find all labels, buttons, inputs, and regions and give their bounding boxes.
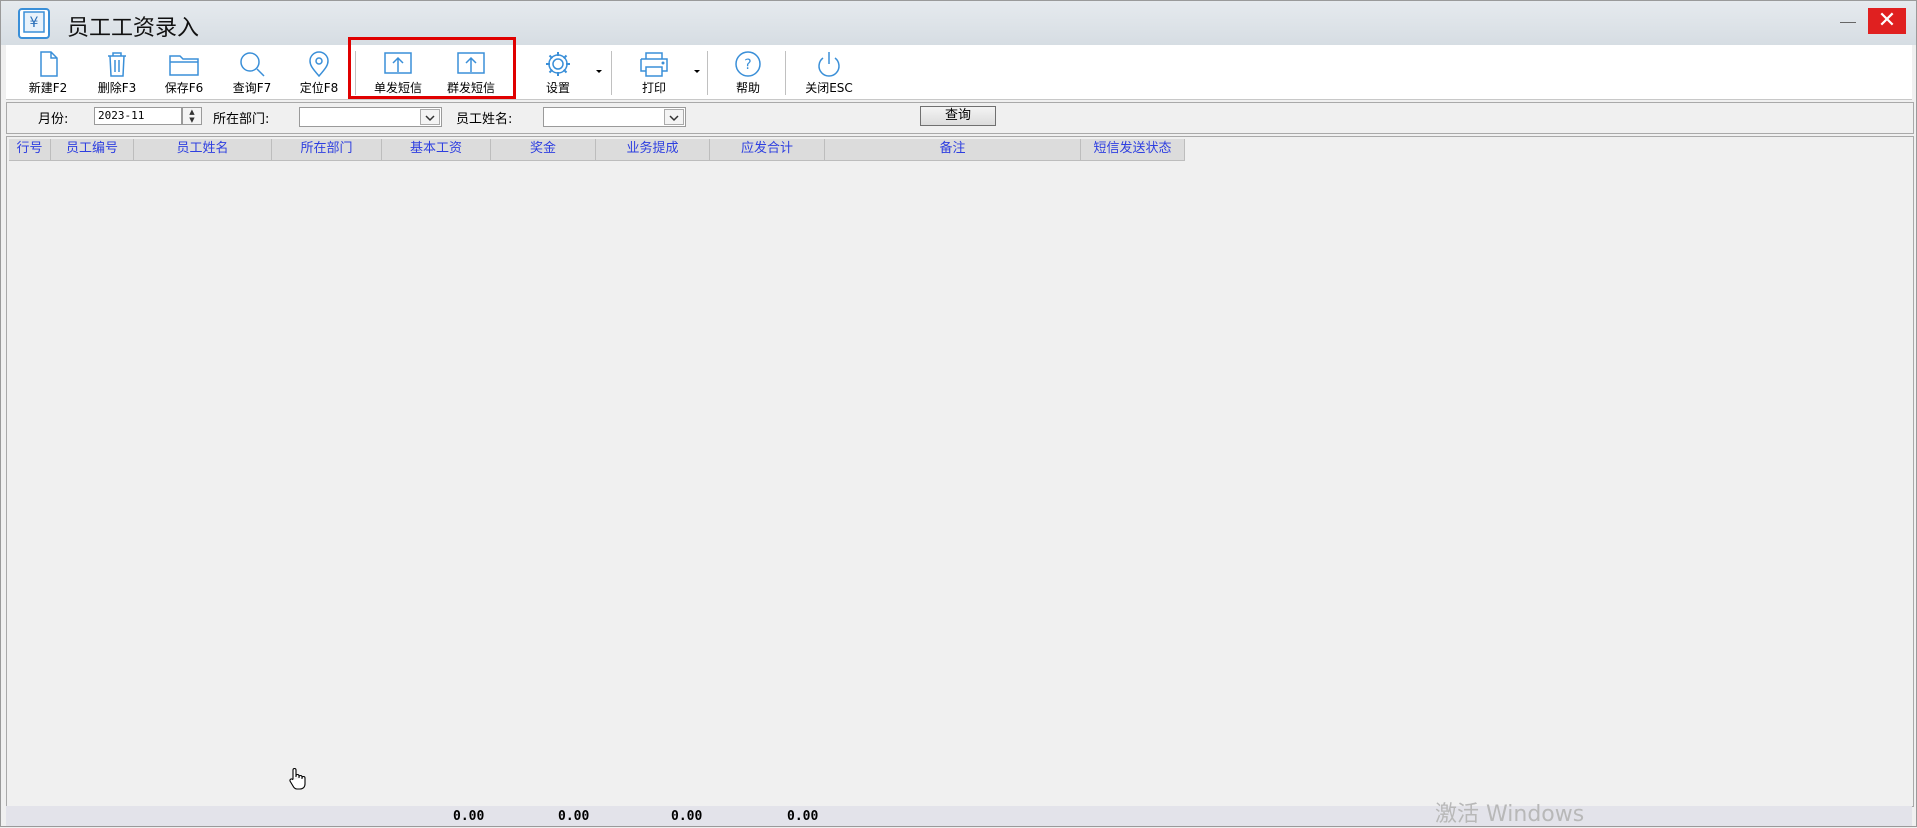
department-label: 所在部门: (213, 112, 270, 127)
column-header-employee-id[interactable]: 员工编号 (51, 139, 134, 161)
salary-book-icon: ¥ (18, 8, 50, 39)
salary-table: 行号 员工编号 员工姓名 所在部门 基本工资 奖金 业务提成 应发合计 备注 短… (6, 136, 1914, 807)
trash-icon (108, 52, 126, 77)
month-field[interactable]: 2023-11 (94, 107, 182, 125)
toolbar: 新建F2 删除F3 保存F6 查询F7 定位F8 单发短信 群发短信 设置 打印… (6, 45, 1912, 100)
settings-button[interactable]: 设置 (531, 48, 585, 98)
salary-entry-window: ¥ 员工工资录入 ✕ 新建F2 删除F3 保存F6 查询F7 定位F8 单发短信… (0, 0, 1917, 827)
department-dropdown-button[interactable] (420, 109, 440, 125)
print-dropdown-icon[interactable] (691, 63, 703, 77)
query-label: 查询F7 (232, 81, 272, 95)
help-label: 帮助 (735, 81, 760, 95)
column-header-row-number[interactable]: 行号 (9, 139, 51, 161)
toolbar-separator (611, 51, 612, 95)
svg-text:¥: ¥ (30, 15, 39, 31)
settings-label: 设置 (545, 81, 570, 95)
new-label: 新建F2 (28, 81, 68, 95)
column-header-commission[interactable]: 业务提成 (596, 139, 710, 161)
column-header-basic-salary[interactable]: 基本工资 (382, 139, 491, 161)
month-spinner[interactable]: ▲ ▼ (182, 107, 202, 125)
close-esc-label: 关闭ESC (805, 81, 853, 95)
help-icon: ? (735, 51, 761, 77)
minimize-button[interactable] (1837, 9, 1859, 33)
total-bonus: 0.00 (558, 809, 590, 824)
power-icon (818, 52, 840, 77)
sms-buttons-highlight (348, 37, 516, 99)
close-esc-button[interactable]: 关闭ESC (796, 48, 862, 98)
chevron-down-icon (425, 115, 435, 122)
query-button[interactable]: 查询 (920, 106, 996, 126)
column-header-gross-total[interactable]: 应发合计 (710, 139, 825, 161)
delete-button[interactable]: 删除F3 (88, 48, 146, 98)
department-select[interactable] (299, 107, 442, 127)
window-title: 员工工资录入 (67, 16, 200, 41)
total-basic-salary: 0.00 (453, 809, 485, 824)
new-document-icon (40, 51, 58, 77)
chevron-down-icon (669, 115, 679, 122)
printer-icon (640, 52, 668, 77)
location-pin-icon (309, 51, 329, 78)
employee-name-select[interactable] (543, 107, 686, 127)
close-window-button[interactable]: ✕ (1868, 8, 1906, 34)
print-button[interactable]: 打印 (624, 48, 684, 98)
settings-dropdown-icon[interactable] (593, 63, 605, 77)
totals-row: 0.00 0.00 0.00 0.00 (6, 806, 1912, 826)
total-commission: 0.00 (671, 809, 703, 824)
hand-cursor-icon (289, 768, 306, 790)
save-button[interactable]: 保存F6 (156, 48, 212, 98)
folder-icon (169, 55, 199, 76)
query-toolbar-button[interactable]: 查询F7 (224, 48, 280, 98)
title-bar[interactable]: ¥ 员工工资录入 ✕ (1, 1, 1916, 45)
svg-text:?: ? (744, 57, 751, 73)
new-button[interactable]: 新建F2 (22, 48, 74, 98)
toolbar-separator (785, 51, 786, 95)
column-header-bonus[interactable]: 奖金 (491, 139, 596, 161)
locate-button[interactable]: 定位F8 (292, 48, 346, 98)
total-gross: 0.00 (787, 809, 819, 824)
column-header-remarks[interactable]: 备注 (825, 139, 1081, 161)
gear-icon (546, 52, 570, 76)
employee-name-label: 员工姓名: (456, 112, 513, 127)
help-button[interactable]: ? 帮助 (720, 48, 776, 98)
delete-label: 删除F3 (97, 81, 137, 95)
toolbar-separator (707, 51, 708, 95)
locate-label: 定位F8 (299, 81, 339, 95)
activation-watermark: 激活 Windows (1435, 802, 1585, 827)
print-label: 打印 (641, 81, 666, 95)
filter-bar: 月份: 2023-11 ▲ ▼ 所在部门: 员工姓名: 查询 (6, 102, 1914, 134)
search-icon (240, 52, 265, 77)
month-label: 月份: (38, 112, 69, 127)
save-label: 保存F6 (164, 81, 204, 95)
employee-name-dropdown-button[interactable] (664, 109, 684, 125)
column-header-employee-name[interactable]: 员工姓名 (134, 139, 272, 161)
column-header-department[interactable]: 所在部门 (272, 139, 382, 161)
column-header-sms-status[interactable]: 短信发送状态 (1081, 139, 1185, 161)
